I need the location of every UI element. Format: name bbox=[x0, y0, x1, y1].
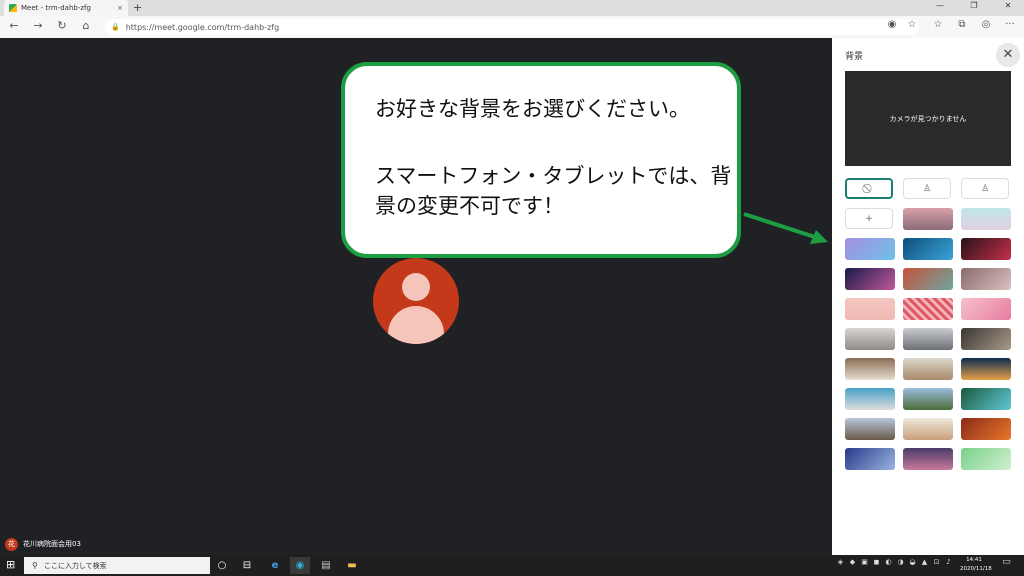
background-thumb-bg-blue-leaves[interactable] bbox=[845, 448, 895, 470]
background-thumb-bg-beach-house[interactable] bbox=[845, 388, 895, 410]
blur-person-icon: ♙ bbox=[922, 183, 932, 194]
clock-date: 2020/11/18 bbox=[960, 566, 992, 572]
new-tab-button[interactable]: + bbox=[133, 1, 142, 14]
strong-blur-button[interactable]: ♙ bbox=[961, 178, 1009, 199]
add-background-button[interactable]: + bbox=[845, 208, 893, 229]
back-icon[interactable]: ← bbox=[6, 19, 22, 32]
tray-icon[interactable]: ◒ bbox=[908, 558, 917, 567]
profile-icon[interactable]: ◎ bbox=[978, 19, 994, 30]
tray-icon[interactable]: ◼ bbox=[872, 558, 881, 567]
taskbar-search[interactable]: ⚲ ここに入力して検索 bbox=[24, 557, 210, 574]
tab-close-icon[interactable]: × bbox=[117, 4, 123, 12]
file-explorer-icon[interactable]: ▬ bbox=[342, 557, 362, 574]
background-thumb-bg-autumn[interactable] bbox=[961, 418, 1011, 440]
tray-icon[interactable]: ⊡ bbox=[932, 558, 941, 567]
background-thumb-bg-tropical-beach[interactable] bbox=[961, 388, 1011, 410]
no-background-button[interactable]: ⃠ bbox=[845, 178, 893, 199]
more-menu-icon[interactable]: ··· bbox=[1002, 19, 1018, 30]
background-thumb-bg-mountains[interactable] bbox=[903, 388, 953, 410]
tray-icon[interactable]: ◆ bbox=[848, 558, 857, 567]
background-thumb-bg-blue-particles[interactable] bbox=[903, 238, 953, 260]
favorite-star-icon[interactable]: ☆ bbox=[904, 19, 920, 30]
task-view-icon[interactable]: ⊟ bbox=[237, 557, 257, 574]
edge-icon[interactable]: ◉ bbox=[290, 557, 310, 574]
meet-favicon-icon bbox=[9, 4, 17, 12]
slight-blur-button[interactable]: ♙ bbox=[903, 178, 951, 199]
taskbar-clock[interactable]: 14:41 2020/11/18 bbox=[960, 556, 992, 574]
window-close-button[interactable]: ✕ bbox=[996, 1, 1020, 10]
url-text: https://meet.google.com/trm-dahb-zfg bbox=[125, 22, 280, 32]
background-thumb-bg-dark-studio[interactable] bbox=[961, 328, 1011, 350]
camera-permission-icon[interactable]: ◉ bbox=[884, 19, 900, 30]
forward-icon[interactable]: → bbox=[30, 19, 46, 32]
background-thumb-bg-purple-city[interactable] bbox=[903, 448, 953, 470]
tray-icon[interactable]: ◈ bbox=[836, 558, 845, 567]
ie-icon[interactable]: e bbox=[265, 557, 285, 574]
participant-name: 花川病院面会用03 bbox=[23, 540, 81, 548]
callout-arrow-icon bbox=[743, 212, 828, 244]
panel-title: 背景 bbox=[845, 52, 864, 62]
participant-avatar bbox=[373, 258, 459, 344]
participant-badge: 花 bbox=[5, 538, 18, 551]
background-thumb-bg-bookshelf[interactable] bbox=[845, 358, 895, 380]
cortana-icon[interactable]: ○ bbox=[212, 557, 232, 574]
background-thumb-bg-pink-flowers[interactable] bbox=[961, 298, 1011, 320]
callout-line-2: スマートフォン・タブレットでは、背 bbox=[375, 164, 732, 188]
background-thumb-bg-pink-horizon[interactable] bbox=[903, 208, 953, 230]
search-placeholder: ここに入力して検索 bbox=[43, 561, 107, 570]
tab-title: Meet - trm-dahb-zfg bbox=[21, 4, 91, 12]
tray-icon[interactable]: ◐ bbox=[884, 558, 893, 567]
callout-line-3: 景の変更不可です！ bbox=[375, 194, 564, 218]
url-field[interactable]: 🔒 https://meet.google.com/trm-dahb-zfg bbox=[105, 19, 919, 35]
collections-icon[interactable]: ⧉ bbox=[954, 19, 970, 30]
background-thumb-bg-red-nebula[interactable] bbox=[961, 238, 1011, 260]
blur-person-strong-icon: ♙ bbox=[980, 183, 990, 194]
background-thumb-bg-pink-paper[interactable] bbox=[845, 298, 895, 320]
tray-icon[interactable]: ▲ bbox=[920, 558, 929, 567]
background-thumb-bg-mint-sky[interactable] bbox=[961, 208, 1011, 230]
background-thumb-bg-grey-room[interactable] bbox=[845, 328, 895, 350]
background-thumb-bg-night-pool[interactable] bbox=[961, 358, 1011, 380]
background-thumb-bg-white-office[interactable] bbox=[903, 328, 953, 350]
maximize-button[interactable]: ❐ bbox=[962, 1, 986, 10]
callout-line-1: お好きな背景をお選びください。 bbox=[375, 97, 690, 121]
instruction-callout: お好きな背景をお選びください。 スマートフォン・タブレットでは、背 景の変更不可… bbox=[341, 62, 741, 258]
notification-icon[interactable]: ▭ bbox=[1002, 558, 1011, 567]
minimize-button[interactable]: — bbox=[928, 1, 952, 10]
background-thumb-bg-pebbles[interactable] bbox=[961, 268, 1011, 290]
panel-close-button[interactable]: ✕ bbox=[996, 43, 1020, 67]
plus-icon: + bbox=[865, 213, 873, 224]
start-icon[interactable]: ⊞ bbox=[6, 558, 15, 571]
tray-icon[interactable]: ▣ bbox=[860, 558, 869, 567]
background-thumb-bg-lavender-galaxy[interactable] bbox=[845, 238, 895, 260]
tab-bar bbox=[0, 0, 1024, 16]
background-thumb-bg-bright-room[interactable] bbox=[903, 418, 953, 440]
favorites-icon[interactable]: ☆ bbox=[930, 19, 946, 30]
tray-icon[interactable]: ◑ bbox=[896, 558, 905, 567]
background-thumb-bg-flowers-red[interactable] bbox=[903, 268, 953, 290]
background-thumb-bg-white-shelf[interactable] bbox=[903, 358, 953, 380]
background-thumb-bg-village[interactable] bbox=[845, 418, 895, 440]
clock-time: 14:41 bbox=[966, 557, 982, 563]
tray-icon[interactable]: ♪ bbox=[944, 558, 953, 567]
search-icon: ⚲ bbox=[32, 561, 38, 570]
lock-icon: 🔒 bbox=[111, 23, 120, 31]
preview-text: カメラが見つかりません bbox=[889, 114, 967, 123]
camera-preview: カメラが見つかりません bbox=[845, 71, 1011, 166]
home-icon[interactable]: ⌂ bbox=[78, 19, 94, 32]
background-thumb-bg-green-leaves[interactable] bbox=[961, 448, 1011, 470]
app-icon[interactable]: ▤ bbox=[316, 557, 336, 574]
background-thumb-bg-space-pink[interactable] bbox=[845, 268, 895, 290]
reload-icon[interactable]: ↻ bbox=[54, 19, 70, 32]
background-thumb-bg-red-pattern[interactable] bbox=[903, 298, 953, 320]
browser-tab[interactable]: Meet - trm-dahb-zfg × bbox=[4, 0, 128, 16]
